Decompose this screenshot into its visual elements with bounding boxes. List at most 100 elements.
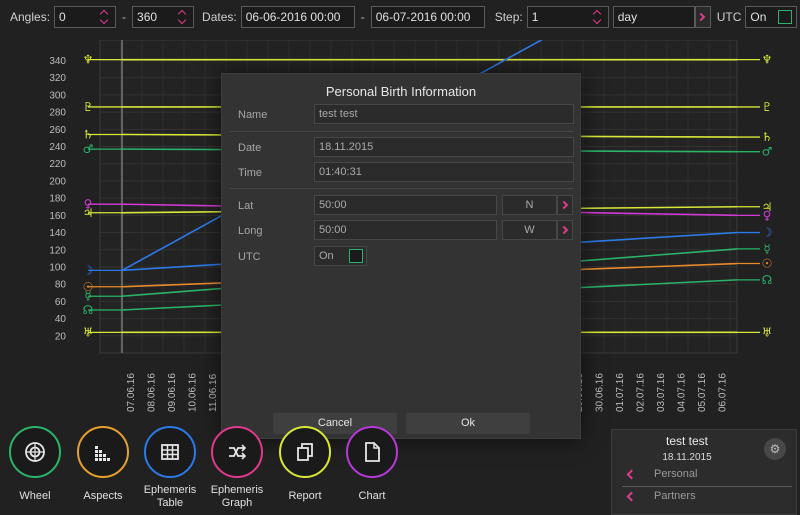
personal-item[interactable]: Personal — [622, 466, 792, 484]
x-tick-label: 09.06.16 — [167, 373, 178, 412]
x-tick-label: 02.07.16 — [636, 373, 647, 412]
chevron-right-icon — [697, 12, 706, 22]
y-tick-label: 160 — [49, 211, 66, 222]
y-tick-label: 200 — [49, 176, 66, 187]
utc-checkbox[interactable] — [349, 249, 363, 263]
y-tick-label: 80 — [55, 280, 67, 291]
lat-direction-select[interactable]: N — [502, 195, 557, 215]
y-tick-label: 260 — [49, 125, 66, 136]
divider — [230, 188, 574, 189]
y-tick-label: 140 — [49, 228, 66, 239]
chevron-left-icon — [626, 469, 637, 480]
gear-icon[interactable]: ⚙ — [764, 438, 786, 460]
y-tick-label: 100 — [49, 262, 66, 273]
y-tick-label: 300 — [49, 90, 66, 101]
y-tick-label: 240 — [49, 142, 66, 153]
planet-glyph-node-left: ☊ — [83, 303, 94, 317]
date-field[interactable]: 18.11.2015 — [314, 137, 574, 157]
planet-glyph-jupiter-right: ♃ — [762, 200, 773, 214]
x-tick-label: 01.07.16 — [615, 373, 626, 412]
long-field[interactable]: 50:00 — [314, 220, 497, 240]
planet-glyph-mercury-right: ☿ — [763, 242, 770, 256]
x-tick-label: 04.07.16 — [677, 373, 688, 412]
wheel-icon — [25, 442, 45, 462]
x-tick-label: 11.06.16 — [208, 373, 219, 412]
chevron-right-icon — [559, 200, 568, 210]
y-tick-label: 120 — [49, 245, 66, 256]
angle-to-stepper[interactable]: 360 — [132, 6, 195, 28]
utc-label: UTC — [238, 251, 261, 263]
planet-glyph-node-right: ☊ — [762, 273, 773, 287]
utc-toggle[interactable]: On — [745, 6, 798, 28]
x-tick-label: 05.07.16 — [697, 373, 708, 412]
x-tick-label: 07.06.16 — [126, 373, 137, 412]
name-field[interactable]: test test — [314, 104, 574, 124]
step-stepper[interactable]: 1 — [526, 6, 609, 28]
planet-glyph-moon-right: ☽ — [762, 226, 773, 240]
chevron-left-icon — [626, 491, 637, 502]
step-unit-next-button[interactable] — [694, 6, 711, 28]
spin-arrows-icon[interactable] — [100, 9, 110, 25]
lat-field[interactable]: 50:00 — [314, 195, 497, 215]
ephemeris-table-button[interactable] — [144, 426, 196, 478]
date-to-input[interactable]: 06-07-2016 00:00 — [370, 6, 485, 28]
planet-glyph-saturn-right: ♄ — [762, 130, 773, 144]
aspects-icon — [95, 446, 110, 461]
y-tick-label: 20 — [55, 331, 67, 342]
wheel-button[interactable] — [9, 426, 61, 478]
spin-arrows-icon[interactable] — [593, 9, 603, 25]
planet-glyph-pluto-left: ♇ — [83, 100, 94, 114]
utc-toggle[interactable]: On — [314, 246, 367, 266]
ephemeris-graph-button[interactable] — [211, 426, 263, 478]
planet-glyph-uranus-right: ♅ — [762, 325, 773, 339]
dialog-title: Personal Birth Information — [325, 84, 477, 99]
divider — [622, 486, 792, 487]
ok-button[interactable]: Ok — [406, 413, 530, 434]
profile-name: test test — [665, 434, 709, 448]
profile-date: 18.11.2015 — [662, 452, 712, 463]
planet-glyph-uranus-left: ♅ — [83, 325, 94, 339]
planet-glyph-mars-left: ♂ — [83, 142, 94, 156]
divider — [230, 131, 574, 132]
chevron-right-icon — [559, 225, 568, 235]
planet-glyph-neptune-left: ♆ — [83, 53, 94, 67]
spin-arrows-icon[interactable] — [178, 9, 188, 25]
y-tick-label: 60 — [55, 297, 67, 308]
top-toolbar: Angles: 0 - 360 Dates: 06-06-2016 00:00 … — [0, 0, 800, 34]
aspects-button[interactable] — [77, 426, 129, 478]
report-button[interactable] — [279, 426, 331, 478]
planet-glyph-neptune-right: ♆ — [762, 53, 773, 67]
x-tick-label: 30.06.16 — [595, 373, 606, 412]
x-tick-label: 08.06.16 — [147, 373, 158, 412]
y-tick-label: 40 — [55, 314, 67, 325]
planet-glyph-saturn-left: ♄ — [83, 127, 94, 141]
lat-direction-next-button[interactable] — [557, 195, 573, 215]
angle-from-stepper[interactable]: 0 — [54, 6, 117, 28]
long-direction-select[interactable]: W — [502, 220, 557, 240]
planet-glyph-moon-left: ☽ — [83, 263, 94, 277]
utc-checkbox[interactable] — [778, 10, 793, 24]
table-icon — [161, 444, 179, 460]
long-label: Long — [238, 225, 263, 237]
date-from-input[interactable]: 06-06-2016 00:00 — [240, 6, 355, 28]
utc-label: UTC — [716, 10, 742, 24]
date-label: Date — [238, 142, 262, 154]
y-tick-label: 180 — [49, 194, 66, 205]
profile-panel: test test 18.11.2015 ⚙ Personal Partners — [611, 429, 797, 515]
planet-glyph-sun-right: ☉ — [762, 257, 773, 271]
time-field[interactable]: 01:40:31 — [314, 162, 574, 182]
chart-button[interactable] — [346, 426, 398, 478]
planet-glyph-jupiter-left: ♃ — [83, 206, 94, 220]
x-tick-label: 03.07.16 — [656, 373, 667, 412]
step-unit-select[interactable]: day — [612, 6, 695, 28]
y-tick-label: 220 — [49, 159, 66, 170]
y-tick-label: 280 — [49, 108, 66, 119]
step-label: Step: — [494, 10, 523, 24]
x-tick-label: 06.07.16 — [718, 373, 729, 412]
partners-item[interactable]: Partners — [622, 488, 792, 506]
name-label: Name — [238, 109, 268, 121]
y-tick-label: 340 — [49, 56, 66, 67]
x-tick-label: 10.06.16 — [188, 373, 199, 412]
angles-label: Angles: — [10, 10, 51, 24]
long-direction-next-button[interactable] — [557, 220, 573, 240]
